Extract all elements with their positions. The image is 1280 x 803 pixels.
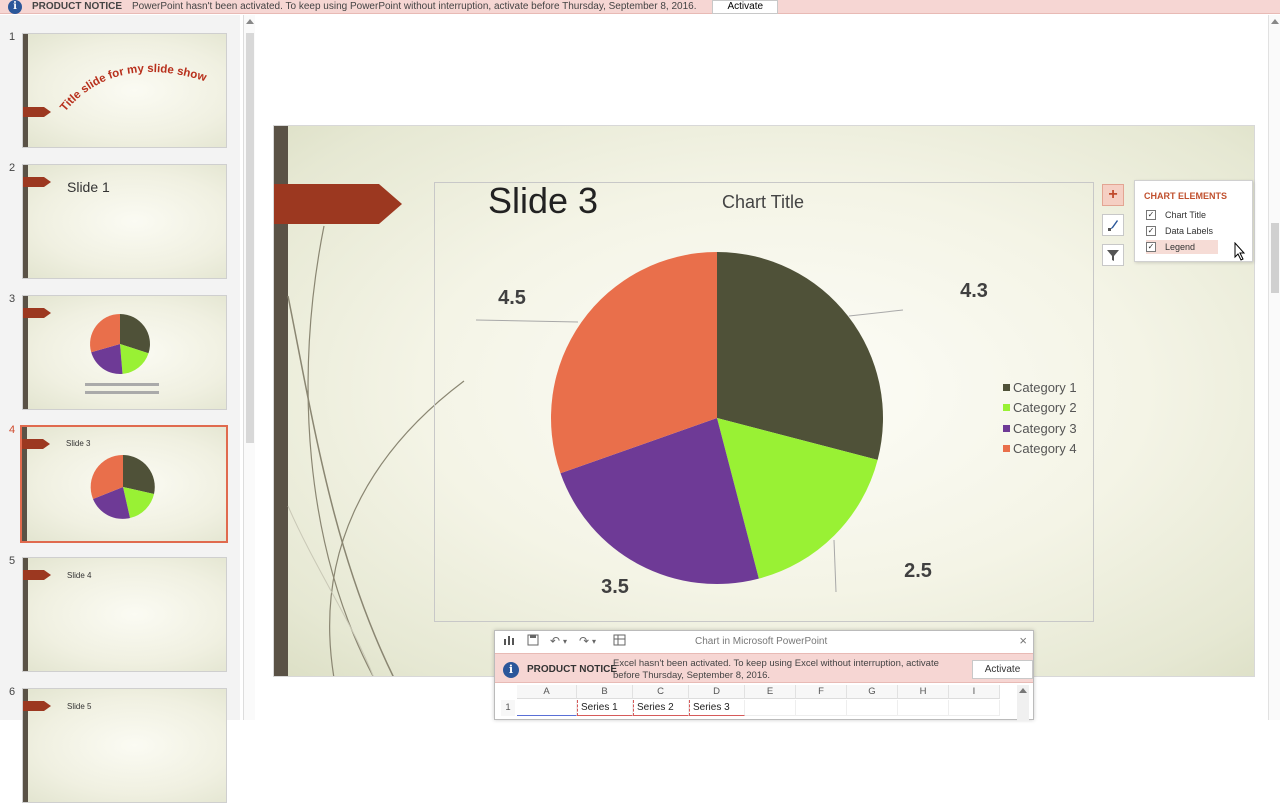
- chart-elements-title: CHART ELEMENTS: [1144, 191, 1227, 201]
- excel-chart-data-window: ↶ ▾ ↷ ▾ Chart in Microsoft PowerPoint × …: [494, 630, 1034, 721]
- chart-element-data-labels[interactable]: ✓ Data Labels: [1146, 224, 1218, 238]
- legend-swatch: [1003, 424, 1010, 432]
- editor-scrollbar[interactable]: [1268, 15, 1280, 720]
- column-header[interactable]: D: [689, 685, 745, 699]
- spreadsheet-grid[interactable]: A B Series 1 C Series 2 D Series 3EFGHI 1: [501, 685, 1017, 721]
- product-notice-bar: i PRODUCT NOTICE PowerPoint hasn't been …: [0, 0, 1280, 14]
- slide-thumbnails-pane: 1 Title slide for my slide show 2 Slide …: [0, 15, 240, 803]
- legend-item-4[interactable]: Category 4: [1003, 439, 1077, 460]
- thumbnail-number: 1: [9, 31, 16, 43]
- thumbnail-title-text: Slide 5: [67, 702, 92, 711]
- cell[interactable]: [517, 700, 577, 716]
- excel-window-title: Chart in Microsoft PowerPoint: [695, 636, 828, 647]
- notice-message: PowerPoint hasn't been activated. To kee…: [132, 1, 697, 12]
- excel-activate-button[interactable]: Activate: [972, 660, 1033, 679]
- notice-label: PRODUCT NOTICE: [527, 664, 617, 675]
- column-header[interactable]: B: [577, 685, 633, 699]
- legend-swatch: [1003, 383, 1010, 391]
- thumbnail-title-text: Slide 1: [67, 179, 110, 195]
- column-header[interactable]: I: [949, 685, 1000, 699]
- chart-element-chart-title[interactable]: ✓ Chart Title: [1146, 208, 1218, 222]
- cell[interactable]: [847, 700, 898, 716]
- legend-label: Category 3: [1013, 420, 1077, 436]
- info-icon: i: [8, 0, 22, 14]
- legend-swatch: [1003, 445, 1010, 453]
- legend-label: Category 4: [1013, 441, 1077, 457]
- column-header[interactable]: H: [898, 685, 949, 699]
- thumbnail-title-text: Title slide for my slide show: [58, 63, 208, 114]
- scroll-up-icon[interactable]: [1019, 688, 1027, 693]
- chart-element-label: Chart Title: [1165, 210, 1207, 220]
- checkbox-checked-icon[interactable]: ✓: [1146, 226, 1156, 236]
- column-header[interactable]: C: [633, 685, 689, 699]
- excel-product-notice: i PRODUCT NOTICE Excel hasn't been activ…: [495, 653, 1033, 683]
- cell[interactable]: Series 2: [633, 700, 689, 716]
- legend-item-3[interactable]: Category 3: [1003, 418, 1077, 439]
- thumbnail-number: 3: [9, 293, 16, 305]
- thumbnail-pie-preview: [90, 454, 155, 519]
- thumbnail-number: 6: [9, 686, 16, 698]
- chart-legend[interactable]: Category 1 Category 2 Category 3 Category 4: [1003, 377, 1077, 459]
- cell[interactable]: [898, 700, 949, 716]
- cell[interactable]: Series 1: [577, 700, 633, 716]
- plus-icon: +: [1108, 186, 1118, 203]
- excel-title-bar: ↶ ▾ ↷ ▾ Chart in Microsoft PowerPoint ×: [495, 631, 1033, 652]
- thumbnails-scrollbar[interactable]: [243, 15, 255, 720]
- legend-label: Category 1: [1013, 379, 1077, 395]
- info-icon: i: [503, 662, 519, 678]
- title-wordart: Title slide for my slide show: [58, 63, 208, 114]
- chart-title[interactable]: Chart Title: [693, 192, 833, 213]
- redo-icon[interactable]: ↷: [579, 634, 589, 648]
- cell[interactable]: [745, 700, 796, 716]
- thumbnail-number: 5: [9, 555, 16, 567]
- legend-label: Category 2: [1013, 400, 1077, 416]
- legend-swatch: [1003, 404, 1010, 412]
- chart-filters-button[interactable]: [1102, 244, 1124, 266]
- legend-item-1[interactable]: Category 1: [1003, 377, 1077, 398]
- cell[interactable]: [796, 700, 847, 716]
- edit-in-excel-icon[interactable]: [613, 634, 627, 646]
- scroll-up-icon[interactable]: [1271, 19, 1279, 24]
- undo-icon[interactable]: ↶: [550, 634, 560, 648]
- checkbox-checked-icon[interactable]: ✓: [1146, 210, 1156, 220]
- save-icon[interactable]: [527, 634, 539, 646]
- slide-title[interactable]: Slide 3: [488, 180, 598, 222]
- mouse-cursor-icon: [1234, 242, 1246, 261]
- chart-elements-button[interactable]: +: [1102, 184, 1124, 206]
- thumbnail-number: 2: [9, 162, 16, 174]
- cell[interactable]: Series 3: [689, 700, 745, 716]
- filter-icon: [1107, 250, 1119, 261]
- notice-message: Excel hasn't been activated. To keep usi…: [613, 658, 939, 681]
- thumbnail-pie-preview: [85, 314, 159, 394]
- notice-label: PRODUCT NOTICE: [32, 1, 122, 12]
- svg-text:Title slide for my slide show: Title slide for my slide show: [58, 63, 208, 114]
- chart-element-label: Legend: [1165, 242, 1196, 252]
- column-header[interactable]: E: [745, 685, 796, 699]
- row-header[interactable]: 1: [501, 700, 515, 716]
- scroll-thumb[interactable]: [246, 33, 254, 443]
- activate-button[interactable]: Activate: [712, 0, 779, 14]
- column-header[interactable]: A: [517, 685, 577, 699]
- excel-scrollbar[interactable]: [1017, 685, 1029, 721]
- scroll-thumb[interactable]: [1271, 223, 1279, 293]
- chart-frame[interactable]: [434, 182, 1094, 622]
- thumbnail-number: 4: [9, 424, 16, 436]
- chart-styles-button[interactable]: [1102, 214, 1124, 236]
- scroll-up-icon[interactable]: [246, 19, 254, 24]
- chart-icon: [504, 636, 514, 645]
- cell[interactable]: [949, 700, 1000, 716]
- checkbox-checked-icon[interactable]: ✓: [1146, 242, 1156, 252]
- close-icon[interactable]: ×: [1019, 633, 1027, 648]
- column-header[interactable]: F: [796, 685, 847, 699]
- brush-icon: [1108, 220, 1118, 231]
- chart-element-label: Data Labels: [1165, 226, 1214, 236]
- chevron-down-icon[interactable]: ▾: [563, 637, 567, 646]
- chevron-down-icon[interactable]: ▾: [592, 637, 596, 646]
- column-header[interactable]: G: [847, 685, 898, 699]
- thumbnail-title-text: Slide 4: [67, 571, 92, 580]
- chart-element-legend[interactable]: ✓ Legend: [1146, 240, 1218, 254]
- legend-item-2[interactable]: Category 2: [1003, 398, 1077, 419]
